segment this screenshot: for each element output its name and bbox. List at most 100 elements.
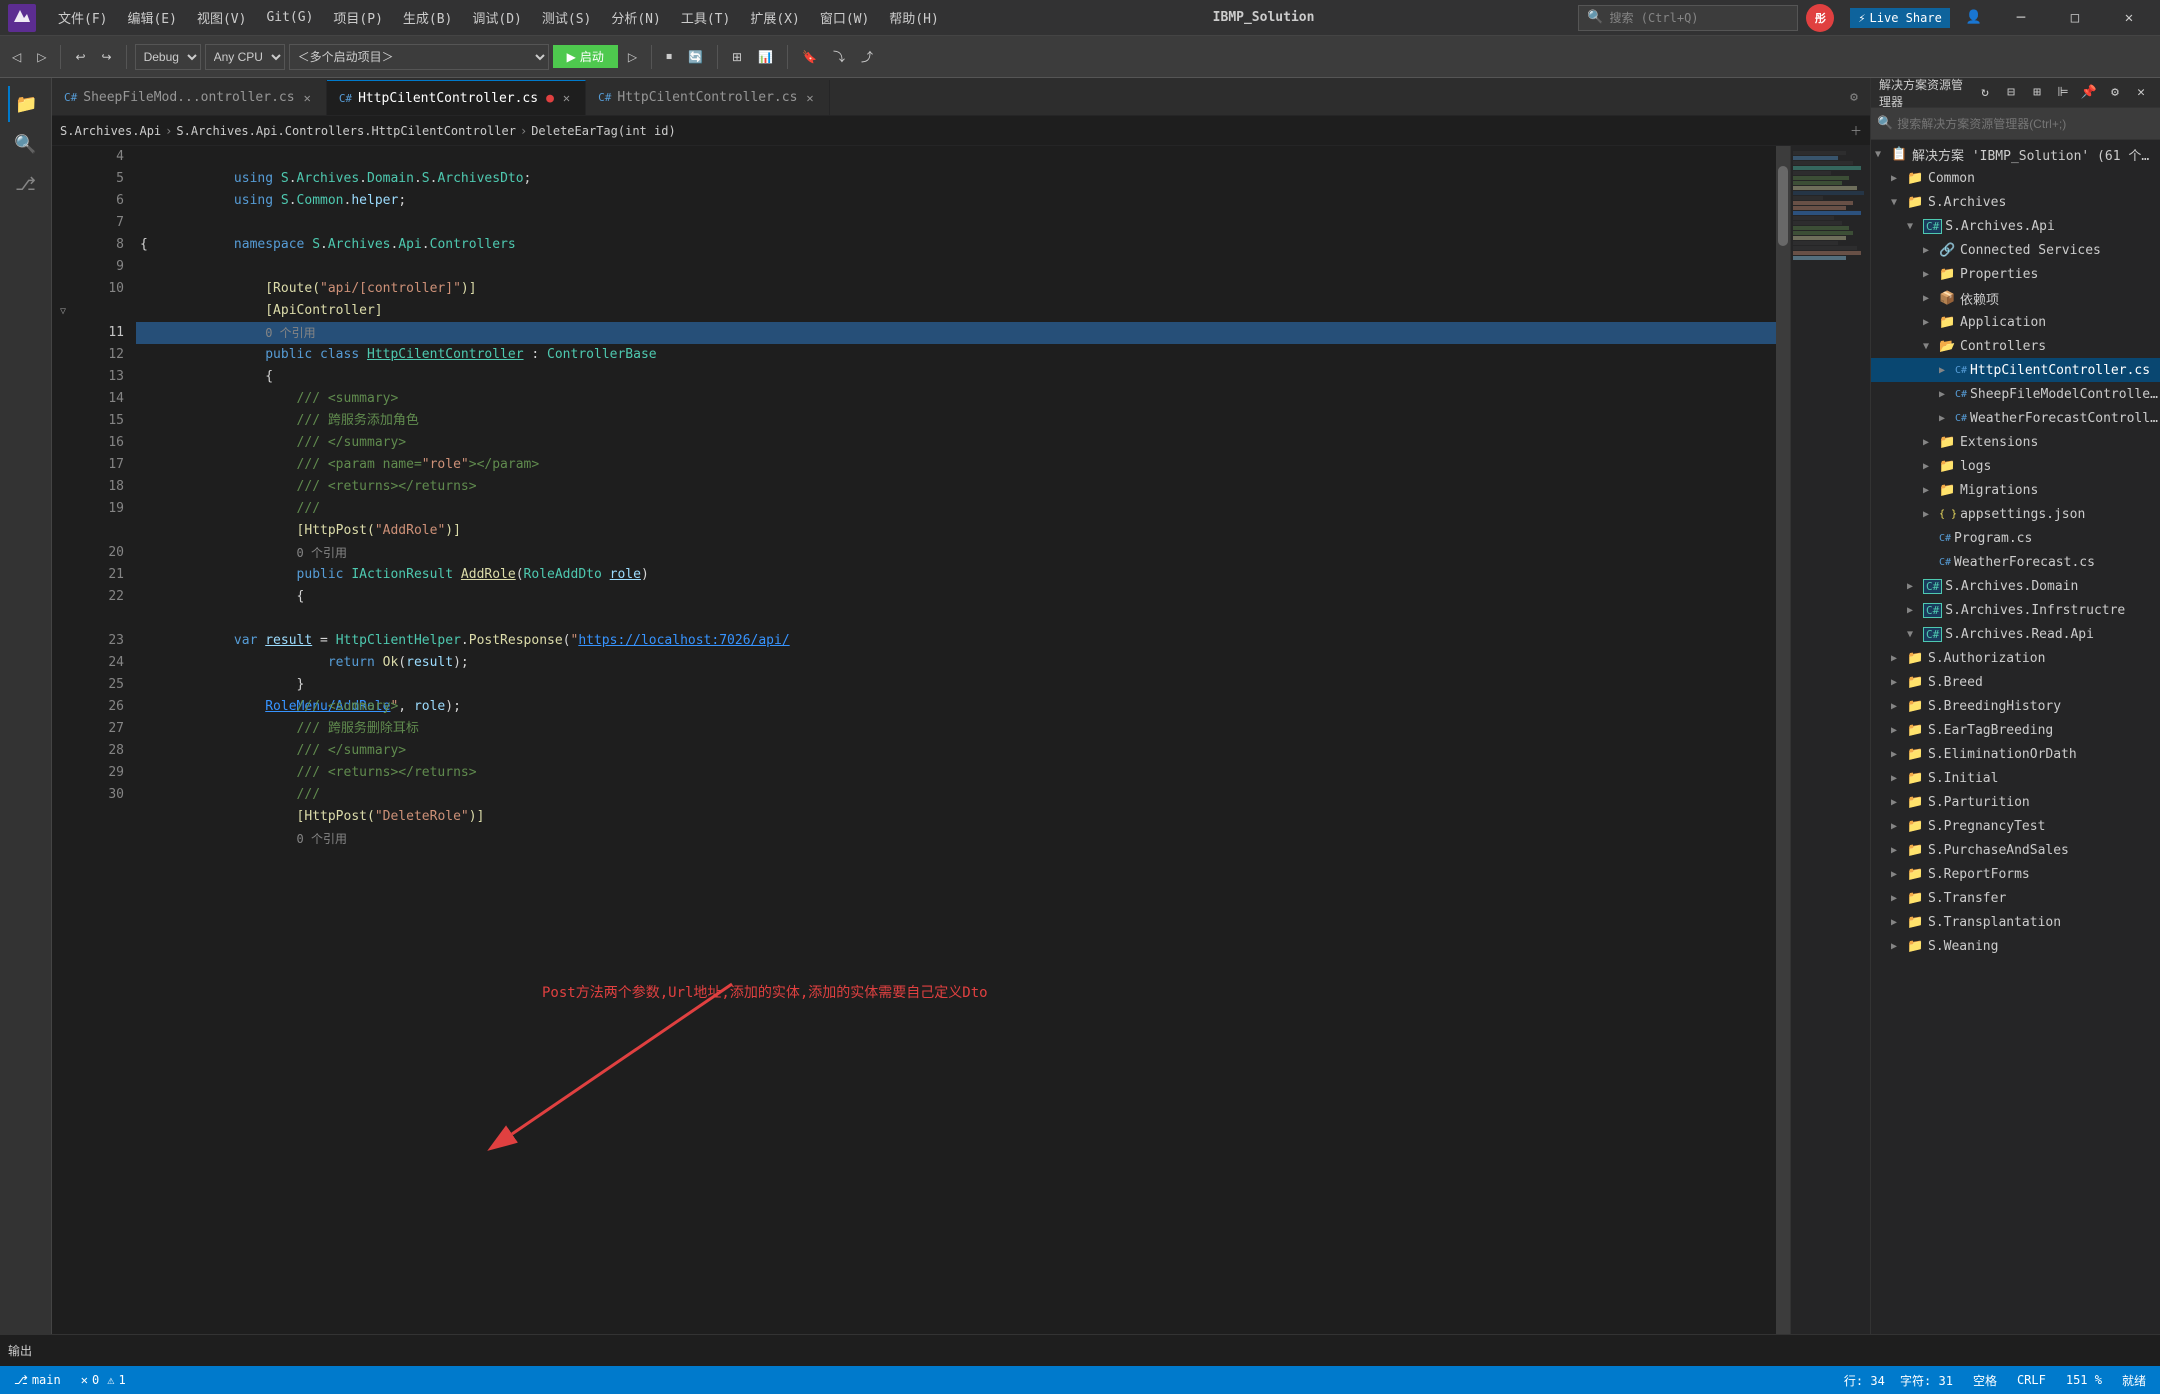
startup-select[interactable]: ＜多个启动项目＞ (289, 44, 549, 70)
status-errors[interactable]: ✕ 0 ⚠ 1 (75, 1373, 132, 1387)
tree-eartag[interactable]: ▶ 📁 S.EarTagBreeding (1871, 718, 2160, 742)
status-spaces[interactable]: 空格 (1967, 1372, 2003, 1389)
tree-archives-read[interactable]: ▼ C# S.Archives.Read.Api (1871, 622, 2160, 646)
status-branch[interactable]: ⎇ main (8, 1373, 67, 1387)
run-button[interactable]: ▶ 启动 (553, 45, 618, 68)
attach-button[interactable]: ⊞ (726, 47, 748, 67)
close-panel-button[interactable]: ✕ (2130, 82, 2152, 104)
tree-elimination[interactable]: ▶ 📁 S.EliminationOrDath (1871, 742, 2160, 766)
tree-controllers[interactable]: ▼ 📂 Controllers (1871, 334, 2160, 358)
tree-dependencies[interactable]: ▶ 📦 依赖项 (1871, 286, 2160, 310)
tab-httpcilent-close[interactable]: ✕ (560, 90, 573, 106)
forward-button[interactable]: ▷ (31, 47, 52, 67)
bookmark-button[interactable]: 🔖 (796, 47, 823, 67)
status-encoding[interactable]: CRLF (2011, 1373, 2052, 1387)
tree-program[interactable]: C# Program.cs (1871, 526, 2160, 550)
tree-pregnancy[interactable]: ▶ 📁 S.PregnancyTest (1871, 814, 2160, 838)
menu-tools[interactable]: 工具(T) (671, 4, 740, 31)
tree-weaning[interactable]: ▶ 📁 S.Weaning (1871, 934, 2160, 958)
search-bar[interactable]: 🔍 搜索 (Ctrl+Q) (1578, 5, 1798, 31)
minimize-button[interactable]: ─ (1998, 0, 2044, 36)
tree-archives-domain[interactable]: ▶ C# S.Archives.Domain (1871, 574, 2160, 598)
tree-sarchives[interactable]: ▼ 📁 S.Archives (1871, 190, 2160, 214)
activity-explorer-button[interactable]: 📁 (8, 86, 44, 122)
tab-httpcilent-active[interactable]: C# HttpCilentController.cs ● ✕ (327, 80, 586, 115)
bookmark-next-button[interactable]: ⤵ (827, 45, 851, 68)
menu-project[interactable]: 项目(P) (323, 4, 392, 31)
undo-button[interactable]: ↩ (69, 47, 91, 67)
close-button[interactable]: ✕ (2106, 0, 2152, 36)
code-content[interactable]: using S.Archives.Domain.S.ArchivesDto; u… (132, 146, 1776, 1334)
tree-migrations[interactable]: ▶ 📁 Migrations (1871, 478, 2160, 502)
tree-reportforms[interactable]: ▶ 📁 S.ReportForms (1871, 862, 2160, 886)
live-share-button[interactable]: ⚡ Live Share (1850, 8, 1949, 28)
menu-test[interactable]: 测试(S) (532, 4, 601, 31)
tree-archives-infr[interactable]: ▶ C# S.Archives.Infrstructre (1871, 598, 2160, 622)
menu-file[interactable]: 文件(F) (48, 4, 117, 31)
back-button[interactable]: ◁ (6, 47, 27, 67)
restart-button[interactable]: 🔄 (682, 47, 709, 67)
tree-transplantation[interactable]: ▶ 📁 S.Transplantation (1871, 910, 2160, 934)
collapse-all-button[interactable]: ⊟ (2000, 82, 2022, 104)
breadcrumb-add-icon[interactable]: ＋ (1850, 122, 1862, 139)
show-all-files-button[interactable]: ⊞ (2026, 82, 2048, 104)
menu-help[interactable]: 帮助(H) (879, 4, 948, 31)
solution-search-input[interactable] (1897, 117, 2154, 131)
solution-settings-button[interactable]: ⚙ (2104, 82, 2126, 104)
tab-sheepfile-close[interactable]: ✕ (301, 90, 314, 106)
activity-git-button[interactable]: ⎇ (8, 166, 44, 202)
menu-debug[interactable]: 调试(D) (462, 4, 531, 31)
breadcrumb-part-3[interactable]: DeleteEarTag(int id) (531, 124, 676, 138)
menu-view[interactable]: 视图(V) (187, 4, 256, 31)
menu-edit[interactable]: 编辑(E) (117, 4, 186, 31)
platform-select[interactable]: Any CPU (205, 44, 285, 70)
tree-properties[interactable]: ▶ 📁 Properties (1871, 262, 2160, 286)
status-zoom[interactable]: 151 % (2060, 1373, 2108, 1387)
code-editor[interactable]: ▽ 4 5 6 7 8 9 10 11 12 13 14 15 (52, 146, 1870, 1334)
tab-httpcilent2[interactable]: C# HttpCilentController.cs ✕ (586, 80, 830, 115)
menu-extensions[interactable]: 扩展(X) (740, 4, 809, 31)
tree-application[interactable]: ▶ 📁 Application (1871, 310, 2160, 334)
tree-authorization[interactable]: ▶ 📁 S.Authorization (1871, 646, 2160, 670)
activity-search-button[interactable]: 🔍 (8, 126, 44, 162)
menu-analyze[interactable]: 分析(N) (601, 4, 670, 31)
tab-httpcilent2-close[interactable]: ✕ (803, 90, 816, 106)
maximize-button[interactable]: □ (2052, 0, 2098, 36)
tree-weatherctrl[interactable]: ▶ C# WeatherForecastController.cs (1871, 406, 2160, 430)
tree-sheepfile[interactable]: ▶ C# SheepFileModelController.cs (1871, 382, 2160, 406)
breadcrumb-part-1[interactable]: S.Archives.Api (60, 124, 161, 138)
tree-httpcilent-file[interactable]: ▶ C# HttpCilentController.cs (1871, 358, 2160, 382)
user-avatar[interactable]: 彤 (1806, 4, 1834, 32)
vertical-scrollbar[interactable] (1776, 146, 1790, 1334)
solution-tree[interactable]: ▼ 📋 解决方案 'IBMP_Solution' (61 个项目，共 61 个)… (1871, 140, 2160, 1334)
menu-window[interactable]: 窗口(W) (810, 4, 879, 31)
tree-common[interactable]: ▶ 📁 Common (1871, 166, 2160, 190)
tree-extensions[interactable]: ▶ 📁 Extensions (1871, 430, 2160, 454)
debug-config-select[interactable]: Debug (135, 44, 201, 70)
stop-button[interactable]: ⏹ (660, 46, 678, 67)
tree-breed[interactable]: ▶ 📁 S.Breed (1871, 670, 2160, 694)
bookmark-prev-button[interactable]: ⤴ (855, 45, 879, 68)
tree-parturition[interactable]: ▶ 📁 S.Parturition (1871, 790, 2160, 814)
tree-appsettings[interactable]: ▶ { } appsettings.json (1871, 502, 2160, 526)
tree-weatherforecast[interactable]: C# WeatherForecast.cs (1871, 550, 2160, 574)
run-without-debug-button[interactable]: ▷ (622, 47, 643, 67)
fold-icon-1[interactable]: ▽ (52, 300, 74, 322)
tree-breeding-history[interactable]: ▶ 📁 S.BreedingHistory (1871, 694, 2160, 718)
tree-connected-services[interactable]: ▶ 🔗 Connected Services (1871, 238, 2160, 262)
menu-git[interactable]: Git(G) (256, 6, 323, 29)
pin-button[interactable]: 📌 (2078, 82, 2100, 104)
filter-button[interactable]: ⊫ (2052, 82, 2074, 104)
scrollbar-thumb[interactable] (1778, 166, 1788, 246)
diagnostic-button[interactable]: 📊 (752, 47, 779, 67)
tree-purchase[interactable]: ▶ 📁 S.PurchaseAndSales (1871, 838, 2160, 862)
account-icon[interactable]: 👤 (1958, 6, 1990, 29)
redo-button[interactable]: ↪ (96, 47, 118, 67)
tree-root[interactable]: ▼ 📋 解决方案 'IBMP_Solution' (61 个项目，共 61 个) (1871, 142, 2160, 166)
tab-settings-icon[interactable]: ⚙ (1838, 80, 1870, 115)
breadcrumb-part-2[interactable]: S.Archives.Api.Controllers.HttpCilentCon… (176, 124, 516, 138)
tree-logs[interactable]: ▶ 📁 logs (1871, 454, 2160, 478)
status-position[interactable]: 行: 34 字符: 31 (1838, 1372, 1959, 1389)
output-label[interactable]: 输出 (8, 1342, 32, 1359)
tree-transfer[interactable]: ▶ 📁 S.Transfer (1871, 886, 2160, 910)
